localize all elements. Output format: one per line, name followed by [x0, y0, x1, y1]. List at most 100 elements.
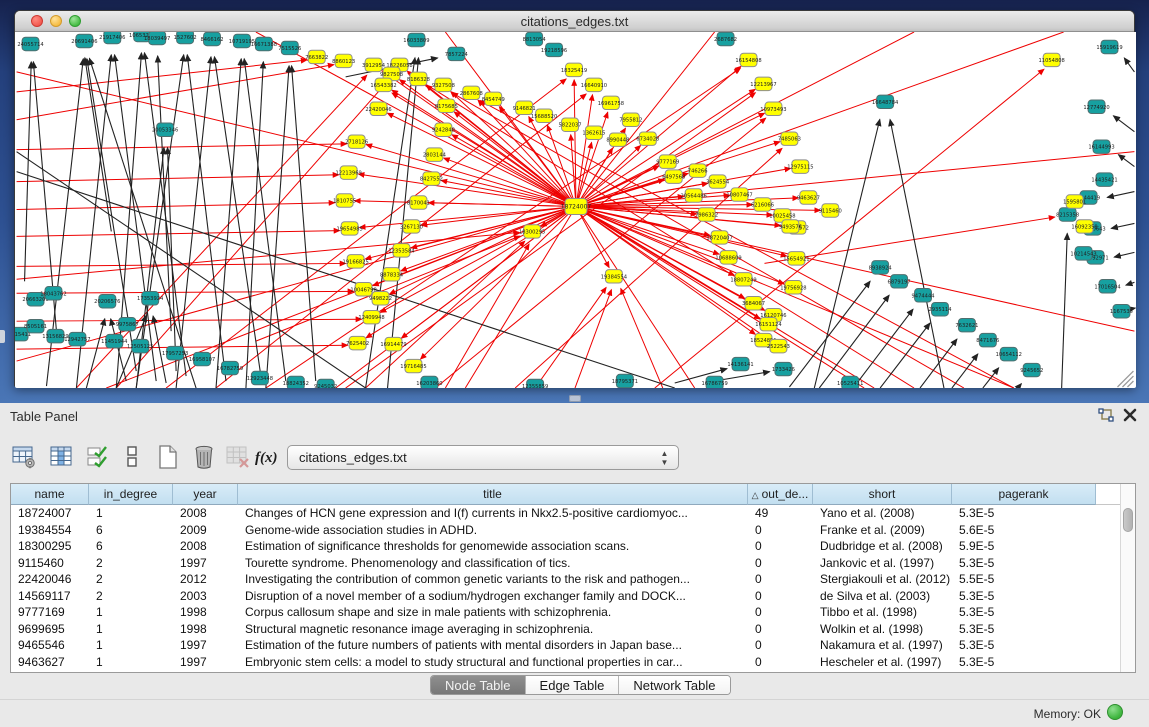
- network-node[interactable]: 11054808: [1038, 53, 1064, 66]
- network-node[interactable]: 2803144: [423, 148, 446, 161]
- network-node[interactable]: 14435421: [1091, 173, 1117, 186]
- table-row[interactable]: 1830029562008Estimation of significance …: [11, 538, 1122, 555]
- column-header-year[interactable]: year: [173, 484, 238, 505]
- canvas-resize-grip[interactable]: [1117, 371, 1133, 387]
- network-node[interactable]: 9115460: [819, 204, 842, 217]
- network-node[interactable]: 19716485: [400, 359, 426, 372]
- table-cell[interactable]: 1: [89, 505, 173, 522]
- table-cell[interactable]: de Silva et al. (2003): [813, 588, 952, 605]
- tab-network-table[interactable]: Network Table: [619, 676, 729, 695]
- network-node[interactable]: 9975867: [116, 317, 139, 330]
- network-node[interactable]: 2935114: [928, 302, 951, 315]
- network-node[interactable]: 24055714: [17, 37, 43, 50]
- network-node[interactable]: 17016504: [1094, 280, 1120, 293]
- network-node[interactable]: 8990448: [606, 133, 629, 146]
- table-cell[interactable]: 1997: [173, 637, 238, 654]
- network-node[interactable]: 20053346: [152, 123, 178, 136]
- table-cell[interactable]: 0: [748, 522, 813, 539]
- network-node[interactable]: 7515526: [278, 41, 301, 54]
- table-cell[interactable]: 0: [748, 571, 813, 588]
- network-node[interactable]: 8170041: [407, 196, 430, 209]
- network-node[interactable]: 2687682: [714, 32, 737, 45]
- network-node[interactable]: 9146821: [513, 101, 536, 114]
- table-cell[interactable]: 5.6E-5: [952, 522, 1096, 539]
- table-cell[interactable]: Nakamura et al. (1997): [813, 637, 952, 654]
- select-all-button[interactable]: [82, 441, 114, 473]
- table-cell[interactable]: Structural magnetic resonance image aver…: [238, 621, 748, 638]
- network-node[interactable]: 12353584: [388, 244, 414, 257]
- network-node[interactable]: 8215358: [1056, 208, 1079, 221]
- table-cell[interactable]: 1997: [173, 654, 238, 671]
- show-columns-button[interactable]: [46, 441, 78, 473]
- network-node[interactable]: 16033809: [403, 33, 429, 46]
- network-node[interactable]: 10688609: [715, 251, 741, 264]
- column-header-short[interactable]: short: [813, 484, 952, 505]
- table-cell[interactable]: 18724007: [11, 505, 89, 522]
- network-node[interactable]: 8505161: [24, 319, 47, 332]
- table-cell[interactable]: Disruption of a novel member of a sodium…: [238, 588, 748, 605]
- network-node[interactable]: 9245652: [1020, 363, 1043, 376]
- table-cell[interactable]: 1: [89, 621, 173, 638]
- network-node[interactable]: 3684067: [742, 297, 765, 310]
- network-node[interactable]: 8938924: [869, 261, 892, 274]
- table-cell[interactable]: Wolkin et al. (1998): [813, 621, 952, 638]
- column-header-name[interactable]: name: [11, 484, 89, 505]
- column-header-title[interactable]: title: [238, 484, 748, 505]
- network-node[interactable]: 7485063: [778, 132, 801, 145]
- network-node[interactable]: 6216066: [751, 198, 774, 211]
- network-node[interactable]: 2718126: [345, 135, 368, 148]
- network-node[interactable]: 18824352: [283, 376, 309, 388]
- network-node[interactable]: 9498222: [369, 292, 392, 305]
- table-row[interactable]: 911546021997Tourette syndrome. Phenomeno…: [11, 555, 1122, 572]
- network-node[interactable]: 16782759: [217, 361, 243, 374]
- table-cell[interactable]: 5.3E-5: [952, 604, 1096, 621]
- table-cell[interactable]: 9465546: [11, 637, 89, 654]
- table-row[interactable]: 2242004622012Investigating the contribut…: [11, 571, 1122, 588]
- network-node[interactable]: 9245032: [314, 379, 337, 388]
- network-node[interactable]: 18807249: [730, 273, 756, 286]
- table-cell[interactable]: 5.3E-5: [952, 654, 1096, 671]
- table-cell[interactable]: 5.3E-5: [952, 555, 1096, 572]
- network-node[interactable]: 9493576: [779, 220, 802, 233]
- table-row[interactable]: 969969511998Structural magnetic resonanc…: [11, 621, 1122, 638]
- network-node[interactable]: 18325419: [561, 63, 587, 76]
- table-cell[interactable]: Yano et al. (2008): [813, 505, 952, 522]
- network-node[interactable]: 8427552: [420, 172, 443, 185]
- network-node[interactable]: 9463627: [797, 191, 820, 204]
- table-cell[interactable]: 1997: [173, 555, 238, 572]
- table-cell[interactable]: Estimation of significance thresholds fo…: [238, 538, 748, 555]
- table-cell[interactable]: 2008: [173, 538, 238, 555]
- vertical-scrollbar[interactable]: [1120, 484, 1135, 672]
- network-node[interactable]: 9474444: [912, 289, 935, 302]
- network-node[interactable]: 14136141: [727, 357, 753, 370]
- left-splitter-tab[interactable]: [0, 330, 5, 343]
- table-cell[interactable]: 0: [748, 538, 813, 555]
- table-row[interactable]: 946362711997Embryonic stem cells: a mode…: [11, 654, 1122, 671]
- network-node[interactable]: 3624554: [706, 175, 729, 188]
- table-cell[interactable]: Tibbo et al. (1998): [813, 604, 952, 621]
- network-node[interactable]: 12923448: [247, 371, 273, 384]
- network-node[interactable]: 16144993: [1088, 140, 1114, 153]
- network-node[interactable]: 746266: [688, 164, 708, 177]
- column-header-out_de[interactable]: △out_de...: [748, 484, 813, 505]
- table-cell[interactable]: 5.3E-5: [952, 505, 1096, 522]
- table-cell[interactable]: Estimation of the future numbers of pati…: [238, 637, 748, 654]
- table-cell[interactable]: Investigating the contribution of common…: [238, 571, 748, 588]
- table-cell[interactable]: 9777169: [11, 604, 89, 621]
- table-row[interactable]: 946554611997Estimation of the future num…: [11, 637, 1122, 654]
- network-node[interactable]: 16640910: [581, 78, 607, 91]
- unselect-all-button[interactable]: [116, 441, 148, 473]
- network-node[interactable]: 1810755: [333, 194, 356, 207]
- table-cell[interactable]: 5.5E-5: [952, 571, 1096, 588]
- network-node[interactable]: 3912954: [362, 58, 385, 71]
- table-cell[interactable]: 2003: [173, 588, 238, 605]
- column-header-in_degree[interactable]: in_degree: [89, 484, 173, 505]
- table-cell[interactable]: Stergiakouli et al. (2012): [813, 571, 952, 588]
- network-node[interactable]: 8186328: [407, 72, 430, 85]
- table-cell[interactable]: Corpus callosum shape and size in male p…: [238, 604, 748, 621]
- table-cell[interactable]: 0: [748, 555, 813, 572]
- table-cell[interactable]: 0: [748, 654, 813, 671]
- network-node[interactable]: 18795371: [612, 374, 638, 387]
- network-node[interactable]: 19654985: [336, 222, 362, 235]
- table-cell[interactable]: 0: [748, 637, 813, 654]
